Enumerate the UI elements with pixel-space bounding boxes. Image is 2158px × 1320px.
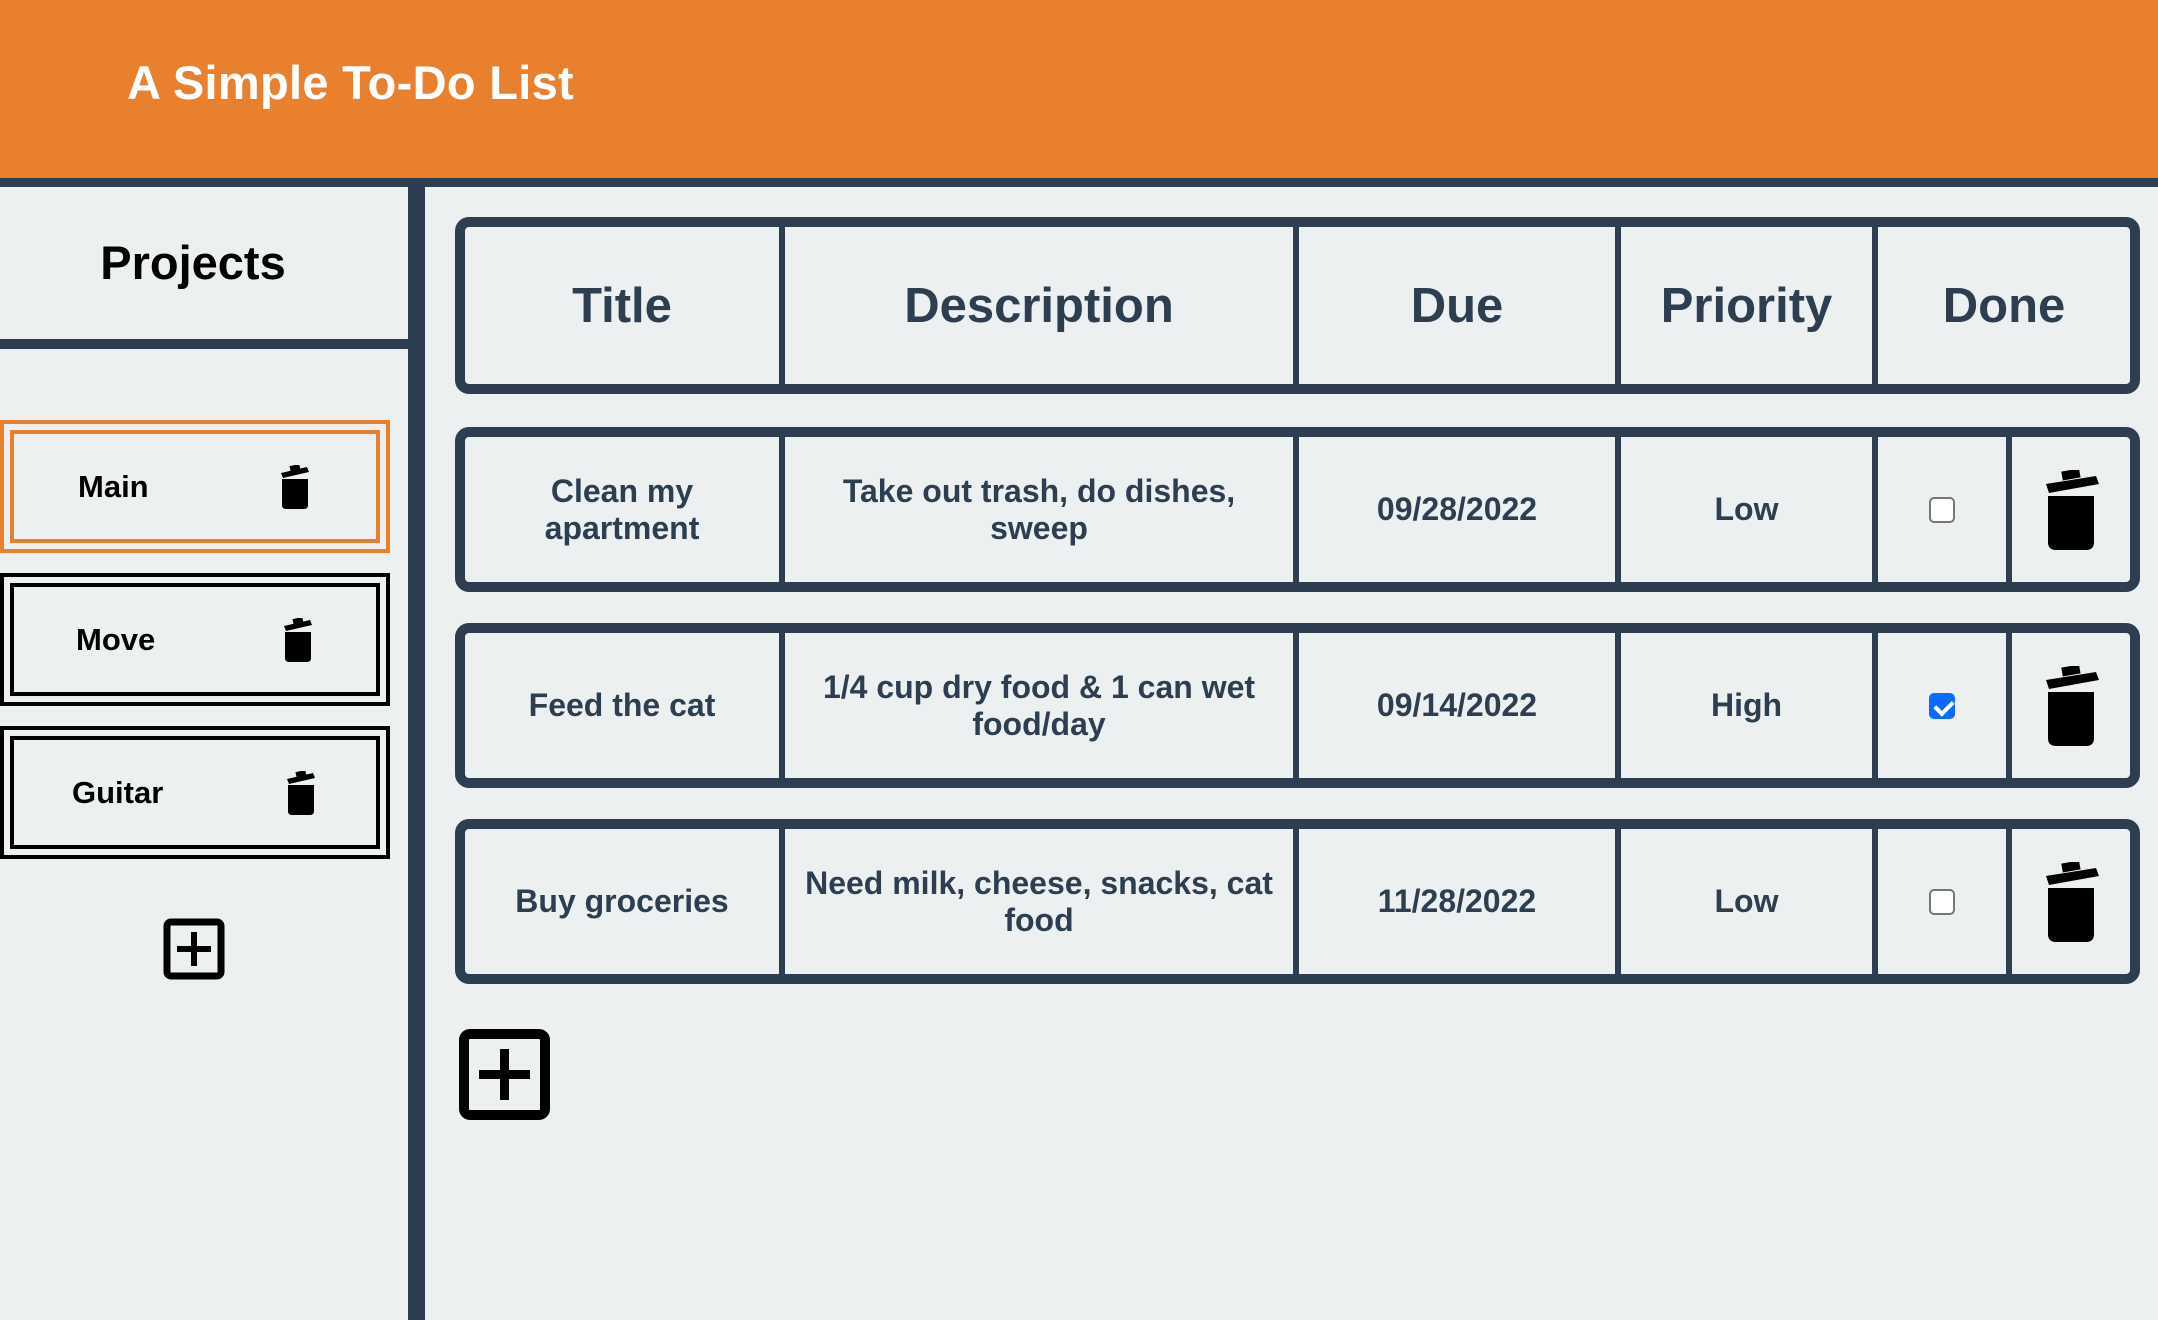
task-delete-cell xyxy=(2012,829,2130,974)
trash-icon[interactable] xyxy=(278,464,312,509)
task-priority: Low xyxy=(1621,829,1878,974)
projects-sidebar: Projects Main Move Guitar xyxy=(0,187,425,1320)
header-done: Done xyxy=(1942,278,2066,333)
trash-icon[interactable] xyxy=(2042,665,2100,746)
project-label: Main xyxy=(78,468,149,504)
project-item-move[interactable]: Move xyxy=(0,573,390,706)
header-due: Due xyxy=(1299,227,1621,384)
add-task-button[interactable] xyxy=(459,1029,550,1120)
task-title: Feed the cat xyxy=(465,633,785,778)
table-row: Buy groceries Need milk, cheese, snacks,… xyxy=(455,819,2140,984)
table-header-row: Title Description Due Priority Done xyxy=(455,217,2140,394)
header-description: Description xyxy=(785,227,1299,384)
projects-heading-bar: Projects xyxy=(0,187,408,349)
task-due: 09/28/2022 xyxy=(1299,437,1621,582)
add-project-button[interactable] xyxy=(163,918,225,980)
task-description: Take out trash, do dishes, sweep xyxy=(785,437,1299,582)
table-row: Clean my apartment Take out trash, do di… xyxy=(455,427,2140,592)
project-label: Move xyxy=(76,621,156,657)
table-row: Feed the cat 1/4 cup dry food & 1 can we… xyxy=(455,623,2140,788)
task-delete-cell xyxy=(2012,633,2130,778)
done-checkbox[interactable] xyxy=(1929,496,1955,523)
project-label: Guitar xyxy=(72,774,164,810)
task-done-cell xyxy=(1878,633,2012,778)
trash-icon[interactable] xyxy=(2042,861,2100,942)
task-done-cell xyxy=(1878,437,2012,582)
project-item-main[interactable]: Main xyxy=(0,420,390,553)
header-title: Title xyxy=(465,227,785,384)
task-description: 1/4 cup dry food & 1 can wet food/day xyxy=(785,633,1299,778)
task-due: 11/28/2022 xyxy=(1299,829,1621,974)
app-header: A Simple To-Do List xyxy=(0,0,2158,187)
header-priority: Priority xyxy=(1621,227,1878,384)
done-checkbox[interactable] xyxy=(1929,692,1955,719)
trash-icon[interactable] xyxy=(281,617,315,662)
project-item-guitar[interactable]: Guitar xyxy=(0,726,390,859)
projects-heading: Projects xyxy=(100,236,286,289)
trash-icon[interactable] xyxy=(284,770,318,815)
todo-table: Title Description Due Priority Done Clea… xyxy=(425,187,2158,1320)
task-priority: High xyxy=(1621,633,1878,778)
task-priority: Low xyxy=(1621,437,1878,582)
task-title: Clean my apartment xyxy=(465,437,785,582)
task-done-cell xyxy=(1878,829,2012,974)
task-delete-cell xyxy=(2012,437,2130,582)
task-title: Buy groceries xyxy=(465,829,785,974)
task-description: Need milk, cheese, snacks, cat food xyxy=(785,829,1299,974)
app-title: A Simple To-Do List xyxy=(127,56,574,109)
done-checkbox[interactable] xyxy=(1929,888,1955,915)
trash-icon[interactable] xyxy=(2042,469,2100,550)
task-due: 09/14/2022 xyxy=(1299,633,1621,778)
